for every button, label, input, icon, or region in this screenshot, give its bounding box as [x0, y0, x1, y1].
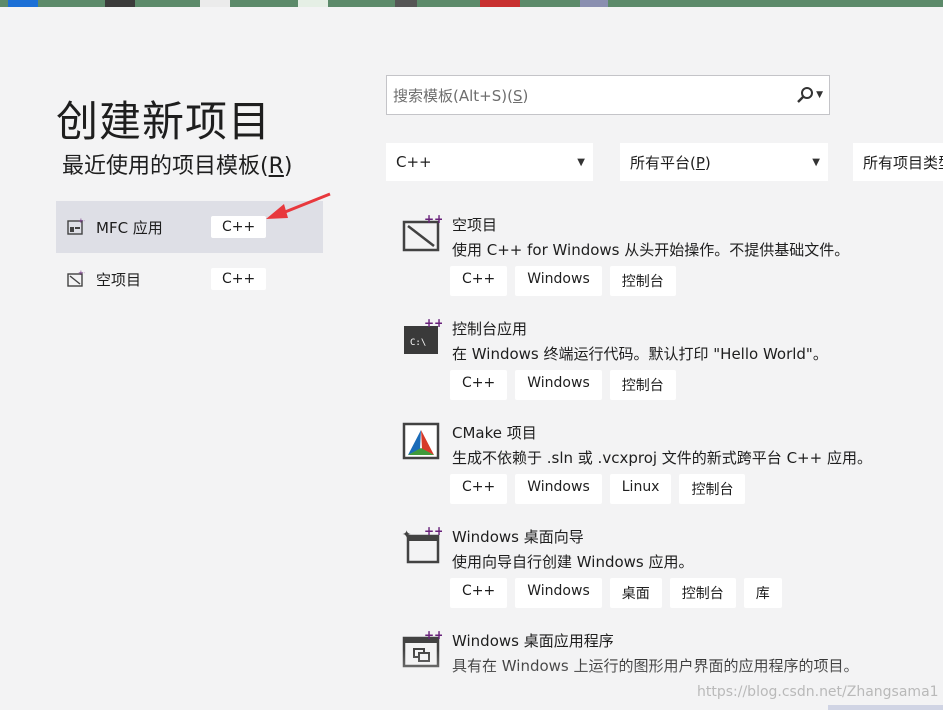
chevron-down-icon: ▼	[577, 156, 585, 168]
language-filter-value: C++	[396, 153, 432, 171]
tag: C++	[450, 474, 508, 504]
svg-text:++: ++	[78, 218, 85, 225]
tag: C++	[450, 370, 508, 400]
template-tags: C++ Windows Linux 控制台	[450, 474, 753, 504]
template-tags: C++ Windows 控制台	[450, 266, 684, 296]
project-type-filter-value: 所有项目类型	[863, 153, 943, 172]
tag: 库	[743, 578, 782, 608]
chevron-down-icon: ▼	[812, 156, 820, 168]
svg-text:++: ++	[424, 630, 442, 642]
next-button[interactable]	[828, 705, 943, 710]
search-placeholder: 搜索模板(Alt+S)(S)	[393, 86, 529, 105]
chevron-down-icon: ▼	[816, 90, 823, 100]
recent-templates-heading: 最近使用的项目模板(R)	[62, 154, 293, 179]
empty-project-icon: ++	[402, 214, 442, 252]
top-strip	[0, 0, 943, 7]
template-cmake-project[interactable]: CMake 项目 生成不依赖于 .sln 或 .vcxproj 文件的新式跨平台…	[400, 422, 940, 522]
tag: 控制台	[609, 370, 676, 400]
svg-text:✦: ✦	[402, 528, 411, 541]
svg-text:++: ++	[78, 270, 85, 277]
svg-text:++: ++	[424, 318, 442, 330]
desktop-wizard-icon: ✦ ++	[402, 526, 442, 564]
svg-text:++: ++	[424, 214, 442, 226]
template-description: 在 Windows 终端运行代码。默认打印 "Hello World"。	[452, 345, 828, 363]
tag: Windows	[515, 578, 602, 608]
page-title: 创建新项目	[56, 97, 272, 147]
watermark: https://blog.csdn.net/Zhangsama1	[697, 684, 939, 700]
svg-text:++: ++	[424, 526, 442, 538]
template-description: 使用向导自行创建 Windows 应用。	[452, 553, 694, 571]
recent-item-empty-project[interactable]: ++ 空项目 C++	[56, 253, 323, 305]
template-empty-project[interactable]: ++ 空项目 使用 C++ for Windows 从头开始操作。不提供基础文件…	[400, 214, 940, 314]
tag: Windows	[515, 266, 602, 296]
console-app-icon: C:\ ++	[404, 318, 442, 354]
platform-filter-dropdown[interactable]: 所有平台(P) ▼	[620, 143, 828, 181]
language-tag: C++	[211, 216, 267, 238]
template-windows-desktop-wizard[interactable]: ✦ ++ Windows 桌面向导 使用向导自行创建 Windows 应用。 C…	[400, 526, 940, 626]
empty-project-icon: ++	[66, 269, 86, 289]
mfc-app-icon: ++	[66, 217, 86, 237]
tag: Windows	[515, 370, 602, 400]
template-console-app[interactable]: C:\ ++ 控制台应用 在 Windows 终端运行代码。默认打印 "Hell…	[400, 318, 940, 418]
recent-item-label: 空项目	[96, 270, 142, 289]
annotation-arrow-icon	[266, 192, 331, 219]
template-name: 控制台应用	[452, 320, 528, 338]
desktop-app-icon: ++	[402, 630, 442, 668]
template-tags: C++ Windows 桌面 控制台 库	[450, 578, 790, 608]
template-description: 具有在 Windows 上运行的图形用户界面的应用程序的项目。	[452, 657, 859, 675]
tag: 控制台	[679, 474, 746, 504]
tag: C++	[450, 266, 508, 296]
template-description: 生成不依赖于 .sln 或 .vcxproj 文件的新式跨平台 C++ 应用。	[452, 449, 872, 467]
tag: Windows	[515, 474, 602, 504]
tag: C++	[450, 578, 508, 608]
search-options-button[interactable]: ▼	[796, 86, 823, 104]
template-name: CMake 项目	[452, 424, 537, 442]
template-name: 空项目	[452, 216, 498, 234]
template-description: 使用 C++ for Windows 从头开始操作。不提供基础文件。	[452, 241, 850, 259]
tag: Linux	[609, 474, 672, 504]
cmake-icon	[402, 422, 440, 460]
template-tags: C++ Windows 控制台	[450, 370, 684, 400]
tag: 控制台	[609, 266, 676, 296]
search-icon	[797, 87, 814, 103]
template-name: Windows 桌面向导	[452, 528, 584, 546]
template-name: Windows 桌面应用程序	[452, 632, 614, 650]
tag: 控制台	[669, 578, 736, 608]
platform-filter-value: 所有平台(P)	[630, 153, 711, 172]
tag: 桌面	[609, 578, 662, 608]
project-type-filter-dropdown[interactable]: 所有项目类型	[853, 143, 943, 181]
language-filter-dropdown[interactable]: C++ ▼	[386, 143, 593, 181]
recent-item-label: MFC 应用	[96, 218, 163, 237]
search-templates-input[interactable]: 搜索模板(Alt+S)(S) ▼	[386, 75, 830, 115]
svg-text:C:\: C:\	[410, 338, 426, 348]
language-tag: C++	[211, 268, 267, 290]
